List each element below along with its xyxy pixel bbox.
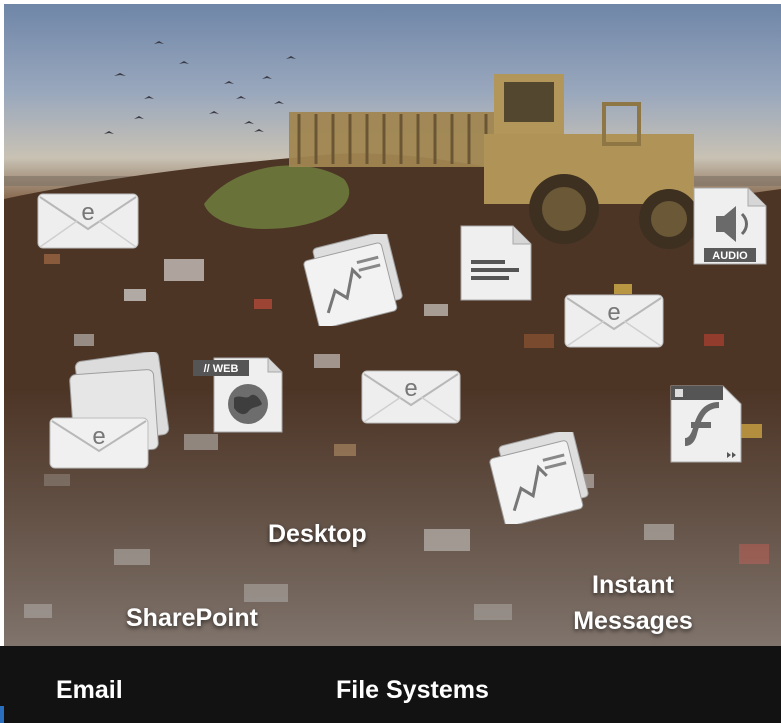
svg-text:e: e [81, 199, 94, 226]
svg-text:e: e [92, 423, 105, 450]
text-document-icon [460, 225, 532, 301]
svg-text:e: e [607, 299, 620, 326]
email-envelope-icon: e [361, 370, 461, 424]
email-attachments-stack-icon: e [49, 352, 170, 469]
web-page-icon: // WEB [193, 357, 283, 433]
label-instant-messages: Instant Messages [560, 567, 706, 640]
svg-text:// WEB: // WEB [204, 363, 239, 375]
chart-document-icon [489, 432, 589, 524]
footer-label-email: Email [56, 676, 123, 704]
chart-document-icon [303, 234, 403, 326]
label-instant-messages-line2: Messages [573, 607, 693, 636]
footer-bar: Email File Systems [0, 646, 781, 723]
footer-label-file-systems: File Systems [336, 676, 489, 704]
email-envelope-icon: e [37, 193, 139, 249]
slide: e e e e // WEB AUDIO Desktop SharePoint … [0, 0, 781, 723]
svg-text:e: e [404, 375, 417, 402]
label-instant-messages-line1: Instant [592, 571, 674, 599]
email-envelope-icon: e [564, 294, 664, 348]
audio-file-icon: AUDIO [693, 187, 767, 265]
accent-strip [0, 706, 4, 723]
svg-text:AUDIO: AUDIO [712, 250, 748, 262]
label-sharepoint: SharePoint [126, 604, 258, 632]
flash-media-icon [670, 385, 742, 463]
label-desktop: Desktop [268, 520, 367, 548]
landfill-background: e e e e // WEB AUDIO Desktop SharePoint … [4, 4, 781, 646]
